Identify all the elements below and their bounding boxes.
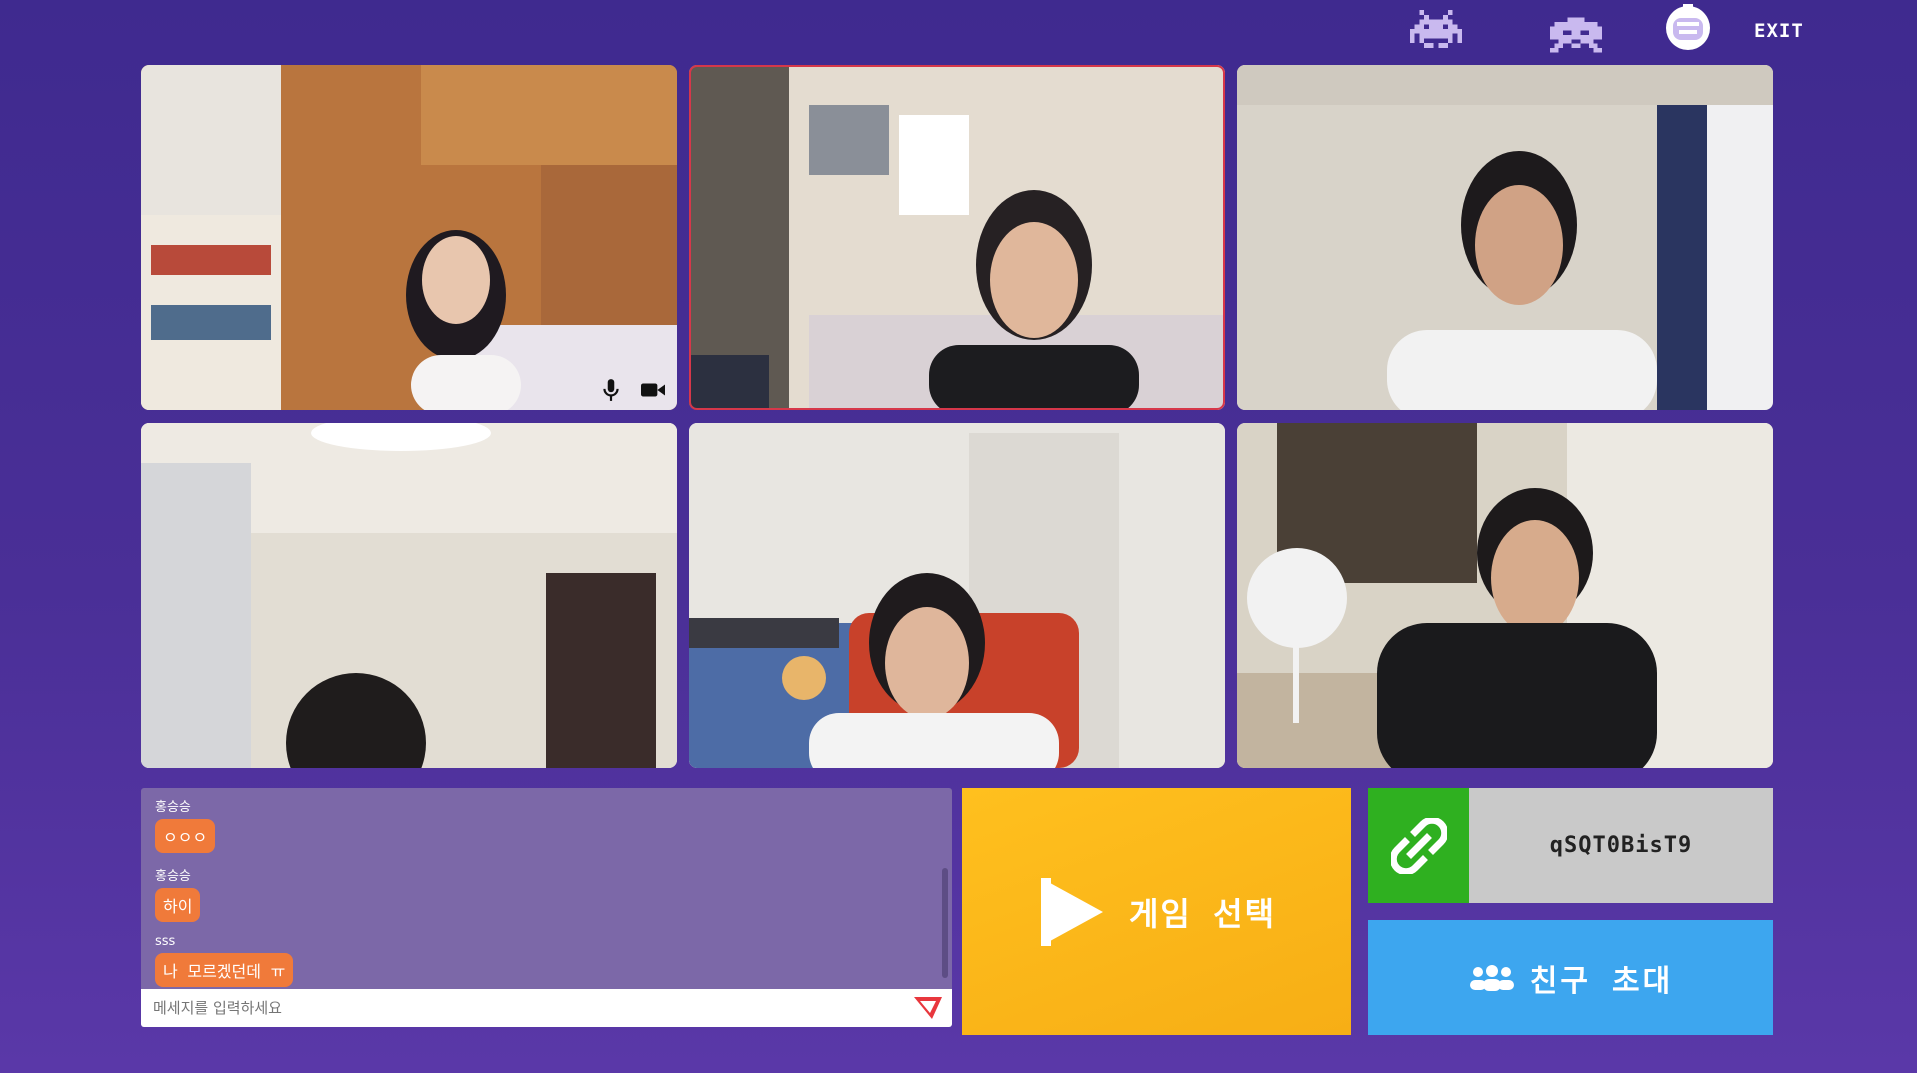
game-select-button[interactable]: 게임 선택 — [962, 788, 1351, 1035]
link-icon[interactable] — [1368, 788, 1469, 903]
room-code-text[interactable]: qSQT0BisT9 — [1469, 788, 1773, 903]
webcam-feed — [141, 65, 677, 410]
chat-sender-name: 홍승승 — [155, 800, 191, 815]
invite-friends-button[interactable]: 친구 초대 — [1368, 920, 1773, 1035]
video-tile[interactable] — [141, 65, 677, 410]
video-grid — [141, 65, 1774, 768]
top-bar — [1317, 0, 1917, 62]
chat-bubble: 하이 — [155, 888, 201, 922]
game-select-label: 게임 선택 — [1128, 894, 1277, 933]
webcam-feed — [689, 423, 1225, 768]
chat-bubble: ㅇㅇㅇ — [155, 819, 216, 853]
video-tile[interactable] — [1237, 423, 1773, 768]
space-invader-icon[interactable] — [1408, 6, 1464, 52]
webcam-feed — [1237, 423, 1773, 768]
chat-message: 홍승승 하이 — [155, 865, 938, 922]
video-tile[interactable] — [689, 65, 1225, 410]
group-icon — [1469, 964, 1514, 991]
room-code-box: qSQT0BisT9 — [1368, 788, 1773, 903]
invite-friends-label: 친구 초대 — [1529, 963, 1674, 999]
play-icon — [1040, 877, 1103, 946]
webcam-feed — [1237, 65, 1773, 410]
chat-message: sss 나 모르겠던데 ㅠ — [155, 934, 938, 987]
microphone-icon[interactable] — [599, 378, 623, 402]
exit-button[interactable]: EXIT — [1754, 20, 1814, 44]
chat-sender-name: 홍승승 — [155, 869, 191, 884]
chat-panel: 홍승승 ㅇㅇㅇ 홍승승 하이 sss 나 모르겠던데 ㅠ — [141, 788, 952, 1027]
chat-bubble: 나 모르겠던데 ㅠ — [155, 953, 294, 987]
camera-icon[interactable] — [641, 378, 665, 402]
space-invader-icon[interactable] — [1548, 12, 1604, 58]
webcam-feed — [689, 65, 1225, 410]
astronaut-icon[interactable] — [1660, 4, 1716, 50]
webcam-feed — [141, 423, 677, 768]
chat-message-list[interactable]: 홍승승 ㅇㅇㅇ 홍승승 하이 sss 나 모르겠던데 ㅠ — [141, 788, 952, 988]
chat-message-input[interactable] — [141, 989, 901, 1027]
video-tile[interactable] — [689, 423, 1225, 768]
chat-input-bar — [141, 989, 952, 1027]
video-tile[interactable] — [141, 423, 677, 768]
chat-scrollbar[interactable] — [942, 868, 948, 978]
send-icon[interactable] — [912, 993, 944, 1023]
video-tile[interactable] — [1237, 65, 1773, 410]
chat-message: 홍승승 ㅇㅇㅇ — [155, 796, 938, 853]
chat-sender-name: sss — [155, 934, 176, 949]
